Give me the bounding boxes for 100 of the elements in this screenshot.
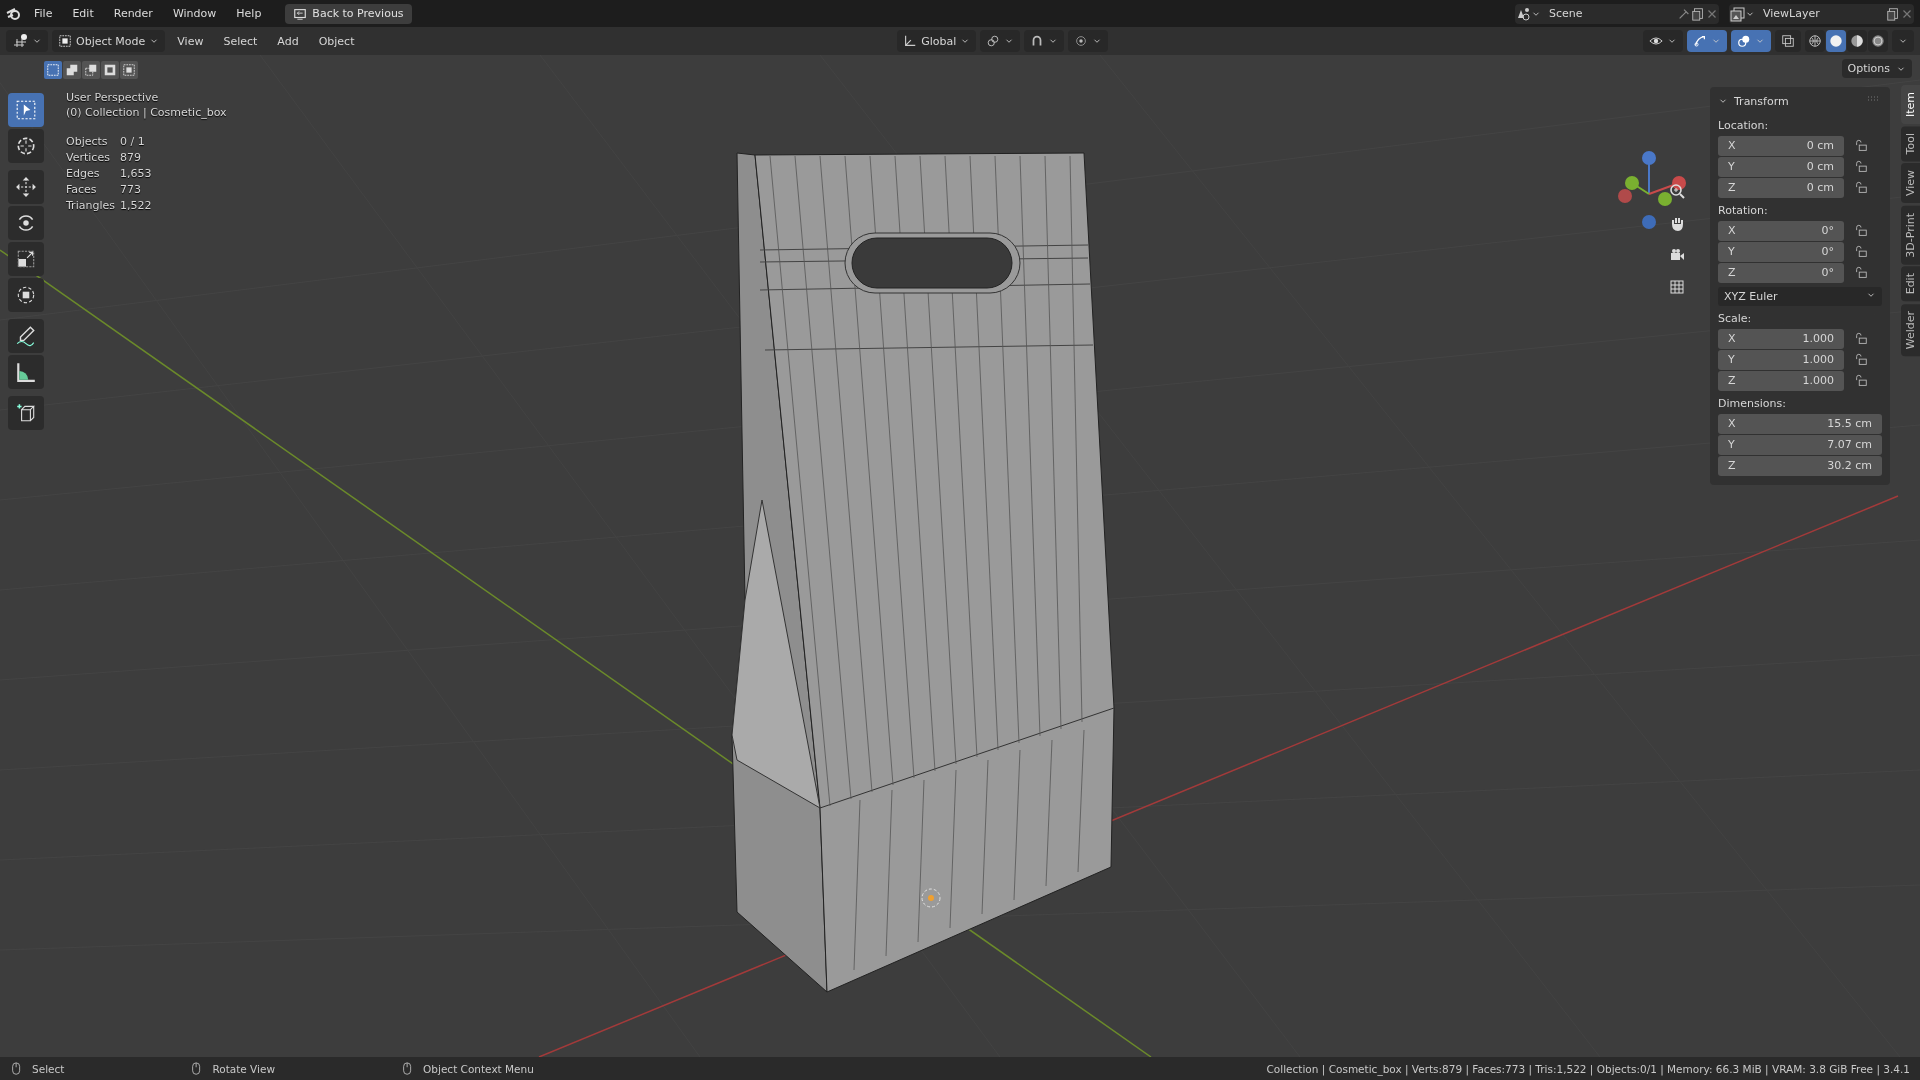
unlocked-icon[interactable] xyxy=(1854,266,1868,280)
menu-item[interactable]: Help xyxy=(228,4,270,23)
xray-toggle[interactable] xyxy=(1775,30,1801,52)
section-label: Dimensions: xyxy=(1718,397,1787,410)
number-field[interactable]: Z 0° xyxy=(1718,263,1844,283)
unlocked-icon[interactable] xyxy=(1854,160,1868,174)
tool-button[interactable] xyxy=(8,278,44,312)
copy-icon[interactable] xyxy=(1691,6,1705,21)
menu-item[interactable]: View xyxy=(169,32,212,50)
number-field[interactable]: X 1.000 xyxy=(1718,329,1844,349)
axis-label: Z xyxy=(1728,266,1736,280)
shading-button[interactable] xyxy=(1826,30,1846,52)
selection-mode-button[interactable] xyxy=(120,61,138,79)
sidebar-tab[interactable]: View xyxy=(1901,163,1920,204)
number-field[interactable]: Y 0° xyxy=(1718,242,1844,262)
tool-button[interactable] xyxy=(8,355,44,389)
sidebar-tab[interactable]: Edit xyxy=(1901,266,1920,302)
axis-label: Z xyxy=(1728,181,1736,195)
menu-item[interactable]: Object xyxy=(310,32,363,50)
image-icon[interactable] xyxy=(1729,5,1745,22)
snap-toggle[interactable] xyxy=(1024,30,1065,52)
sidebar-tab[interactable]: 3D-Print xyxy=(1901,205,1920,265)
section-label: Rotation: xyxy=(1718,204,1769,217)
field-value: 1.000 xyxy=(1802,353,1834,367)
field-value: 0 cm xyxy=(1806,160,1834,174)
invert-mode-icon xyxy=(103,63,117,77)
number-field[interactable]: Y 0 cm xyxy=(1718,157,1844,177)
selection-mode-button[interactable] xyxy=(63,61,81,79)
app-logo-icon[interactable] xyxy=(6,5,22,22)
rotation-mode-dropdown[interactable]: XYZ Euler xyxy=(1718,287,1882,306)
proportional-icon xyxy=(1074,34,1089,48)
sidebar-tab[interactable]: Welder xyxy=(1901,303,1920,356)
field-value: 15.5 cm xyxy=(1827,417,1872,431)
tool-button[interactable] xyxy=(8,396,44,430)
view-layer-selector[interactable]: ViewLayer xyxy=(1729,3,1914,24)
number-field[interactable]: X 0 cm xyxy=(1718,136,1844,156)
axis-label: Y xyxy=(1728,438,1735,452)
overlay-toggle[interactable] xyxy=(1731,30,1771,52)
menu-item[interactable]: Select xyxy=(215,32,266,50)
solid-shading-icon xyxy=(1829,34,1843,48)
pin-icon[interactable] xyxy=(1677,6,1691,21)
menu-item[interactable]: Edit xyxy=(64,4,102,23)
options-dropdown[interactable]: Options xyxy=(1841,59,1912,78)
pivot-toggle[interactable] xyxy=(980,30,1021,52)
unlocked-icon[interactable] xyxy=(1854,181,1868,195)
section-label: Scale: xyxy=(1718,312,1753,325)
gizmo-toggle[interactable] xyxy=(1687,30,1727,52)
sidebar-tab[interactable]: Item xyxy=(1901,85,1920,125)
number-field[interactable]: X 15.5 cm xyxy=(1718,414,1882,434)
shading-button[interactable] xyxy=(1847,30,1867,52)
visibility-toggle[interactable] xyxy=(1643,30,1683,52)
shading-button[interactable] xyxy=(1805,30,1825,52)
cube-icon xyxy=(58,34,72,48)
gizmo-icon xyxy=(1693,34,1707,48)
selection-mode-button[interactable] xyxy=(101,61,119,79)
hint-label: Rotate View xyxy=(212,1062,276,1075)
field-value: 1.000 xyxy=(1802,374,1834,388)
editor-type-button[interactable] xyxy=(6,30,48,52)
tool-button[interactable] xyxy=(8,129,44,163)
number-field[interactable]: Y 1.000 xyxy=(1718,350,1844,370)
selection-mode-button[interactable] xyxy=(82,61,100,79)
tool-button[interactable] xyxy=(8,319,44,353)
sidebar-tab[interactable]: Tool xyxy=(1901,126,1920,162)
axis-label: X xyxy=(1728,332,1736,346)
shading-button[interactable] xyxy=(1868,30,1888,52)
menu-item[interactable]: Render xyxy=(105,4,161,23)
tool-button[interactable] xyxy=(8,206,44,240)
mode-dropdown[interactable]: Object Mode xyxy=(52,30,166,52)
select-tool-icon xyxy=(15,99,37,121)
unlocked-icon[interactable] xyxy=(1854,245,1868,259)
menu-item[interactable]: File xyxy=(26,4,61,23)
set-mode-icon xyxy=(46,63,60,77)
grid-icon xyxy=(1669,279,1685,295)
panel-title[interactable]: Transform xyxy=(1734,94,1789,108)
tool-button[interactable] xyxy=(8,242,44,276)
unlocked-icon[interactable] xyxy=(1854,139,1868,153)
selection-mode-button[interactable] xyxy=(44,61,62,79)
number-field[interactable]: Z 1.000 xyxy=(1718,371,1844,391)
scene-selector[interactable]: Scene xyxy=(1515,3,1719,24)
unlocked-icon[interactable] xyxy=(1854,353,1868,367)
unlocked-icon[interactable] xyxy=(1854,374,1868,388)
number-field[interactable]: X 0° xyxy=(1718,221,1844,241)
back-button[interactable]: Back to Previous xyxy=(285,3,412,24)
view-layer-name: ViewLayer xyxy=(1762,7,1821,20)
camera-icon xyxy=(1669,247,1685,263)
unlocked-icon[interactable] xyxy=(1854,332,1868,346)
scene-icon[interactable] xyxy=(1515,5,1531,22)
proportional-toggle[interactable] xyxy=(1068,30,1109,52)
number-field[interactable]: Z 30.2 cm xyxy=(1718,456,1882,476)
menu-item[interactable]: Add xyxy=(269,32,307,50)
stat-label: Vertices xyxy=(66,151,111,164)
menu-item[interactable]: Window xyxy=(164,4,225,23)
number-field[interactable]: Z 0 cm xyxy=(1718,178,1844,198)
pivot-icon xyxy=(986,34,1001,48)
number-field[interactable]: Y 7.07 cm xyxy=(1718,435,1882,455)
copy-icon[interactable] xyxy=(1886,6,1900,21)
unlocked-icon[interactable] xyxy=(1854,224,1868,238)
tool-button[interactable] xyxy=(8,170,44,204)
orientation-dropdown[interactable]: Global xyxy=(897,30,977,52)
field-value: 0° xyxy=(1821,266,1834,280)
